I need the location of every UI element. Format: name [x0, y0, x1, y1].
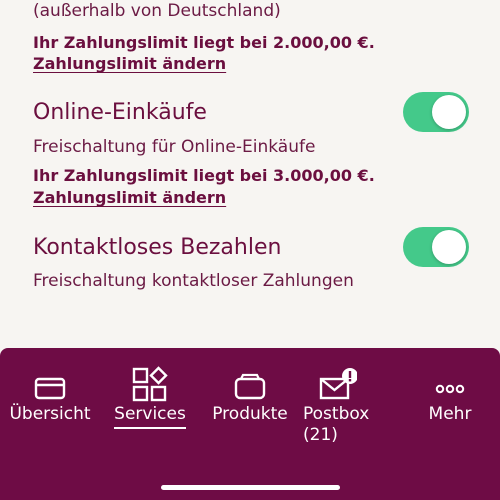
contactless-subtitle: Freischaltung kontaktloser Zahlungen	[33, 271, 354, 291]
online-limit-text: Ihr Zahlungslimit liegt bei 3.000,00 €.	[33, 166, 375, 185]
home-indicator[interactable]	[161, 485, 340, 490]
online-change-limit-link[interactable]: Zahlungslimit ändern	[33, 188, 226, 207]
tab-products[interactable]: Produkte	[208, 366, 292, 425]
tab-more[interactable]: Mehr	[420, 366, 480, 425]
tab-postbox-label: Postbox	[303, 404, 370, 424]
online-title: Online-Einkäufe	[33, 100, 207, 125]
toggle-knob	[432, 95, 466, 129]
mail-alert-icon	[317, 366, 358, 404]
bottom-tab-bar: Übersicht Services Produkte Postbox (21)…	[0, 348, 500, 500]
active-tab-indicator	[114, 427, 186, 429]
tab-services-label: Services	[114, 404, 186, 424]
contactless-title: Kontaktloses Bezahlen	[33, 235, 282, 260]
foreign-change-limit-link[interactable]: Zahlungslimit ändern	[33, 54, 226, 73]
online-toggle[interactable]	[403, 92, 469, 132]
more-dots-icon	[420, 366, 480, 404]
tab-postbox[interactable]: Postbox (21)	[300, 366, 374, 446]
tab-overview[interactable]: Übersicht	[5, 366, 95, 425]
tab-overview-label: Übersicht	[9, 404, 91, 424]
foreign-limit-text: Ihr Zahlungslimit liegt bei 2.000,00 €.	[33, 33, 375, 52]
products-icon	[208, 366, 292, 404]
online-subtitle: Freischaltung für Online-Einkäufe	[33, 137, 316, 157]
contactless-toggle[interactable]	[403, 227, 469, 267]
settings-list: (außerhalb von Deutschland) Ihr Zahlungs…	[0, 0, 500, 348]
tab-postbox-count: (21)	[303, 425, 338, 445]
foreign-subtitle: (außerhalb von Deutschland)	[33, 1, 281, 21]
card-icon	[5, 366, 95, 404]
services-grid-icon	[110, 366, 190, 404]
tab-products-label: Produkte	[212, 404, 288, 424]
toggle-knob	[432, 230, 466, 264]
tab-more-label: Mehr	[428, 404, 472, 424]
tab-services[interactable]: Services	[110, 366, 190, 425]
